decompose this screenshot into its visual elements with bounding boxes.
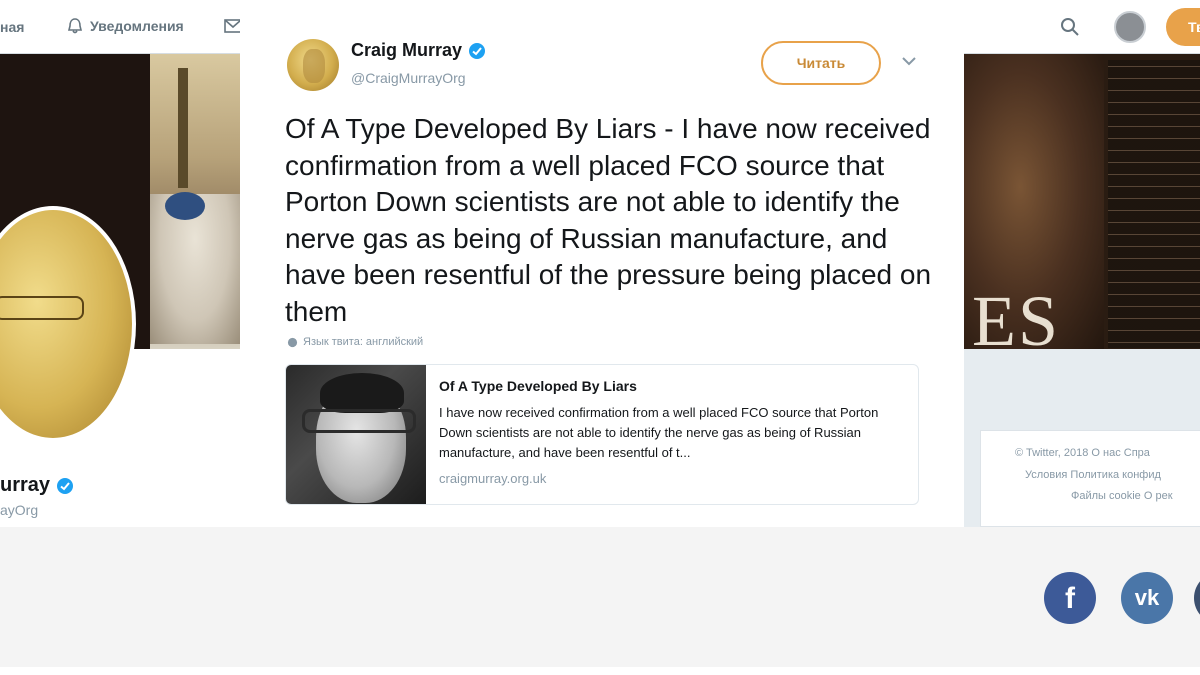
author-name: Craig Murray (351, 40, 463, 60)
avatar-glasses (0, 296, 84, 320)
nav-notifications-link[interactable]: Уведомления (66, 17, 184, 35)
user-avatar-button[interactable] (1114, 11, 1146, 43)
author-avatar[interactable] (287, 39, 339, 91)
nav-home-link[interactable]: ная (0, 19, 24, 35)
more-share-button[interactable] (1194, 572, 1200, 624)
facebook-share-button[interactable]: f (1044, 572, 1096, 624)
profile-handle: ayOrg (0, 502, 39, 518)
tweet-modal: Craig Murray @CraigMurrayOrg Читать Of A… (240, 6, 964, 527)
search-icon[interactable] (1060, 17, 1080, 37)
banner-title-text: ES (972, 281, 1061, 349)
profile-banner-right: ES (964, 54, 1200, 349)
card-domain: craigmurray.org.uk (439, 471, 547, 486)
tweet-language-text: Язык твита: английский (303, 336, 424, 348)
facebook-icon: f (1065, 582, 1075, 615)
card-description: I have now received confirmation from a … (439, 405, 879, 460)
vk-share-button[interactable]: vk (1121, 572, 1173, 624)
link-preview-card[interactable]: Of A Type Developed By Liars I have now … (285, 364, 919, 505)
page-bottom-strip (0, 667, 1200, 675)
vk-icon: vk (1134, 585, 1160, 610)
footer-row-3[interactable]: Файлы cookie О рек (1071, 490, 1173, 502)
globe-icon (287, 337, 298, 347)
twitter-screenshot: ная Уведомления Тв ES urray ayOrg © Twit… (0, 0, 1200, 527)
banner-turban (165, 192, 205, 220)
footer-row-2[interactable]: Условия Политика конфид (1025, 469, 1161, 481)
author-handle: @CraigMurrayOrg (351, 70, 466, 86)
banner-text-column (1108, 60, 1200, 348)
verified-badge-icon (57, 477, 74, 494)
chevron-down-icon[interactable] (901, 56, 917, 66)
verified-badge-icon (469, 42, 486, 59)
tweet-language-note: Язык твита: английский (287, 336, 423, 348)
nav-notifications-label: Уведомления (90, 18, 184, 34)
share-bar: f vk (0, 527, 1200, 667)
footer-row-1[interactable]: © Twitter, 2018 О нас Спра (1015, 447, 1150, 459)
card-title: Of A Type Developed By Liars (439, 378, 637, 394)
profile-name[interactable]: urray (0, 474, 74, 497)
author-name-row[interactable]: Craig Murray (351, 40, 486, 61)
tweet-text: Of A Type Developed By Liars - I have no… (285, 113, 932, 327)
tweet-button[interactable]: Тв (1166, 8, 1200, 46)
card-thumbnail (286, 365, 426, 504)
profile-name-text: urray (0, 474, 51, 496)
banner-palm-tree (178, 68, 188, 188)
follow-button[interactable]: Читать (761, 41, 881, 85)
sidebar-footer-links: © Twitter, 2018 О нас Спра Условия Полит… (980, 430, 1200, 527)
bell-icon (67, 18, 83, 34)
